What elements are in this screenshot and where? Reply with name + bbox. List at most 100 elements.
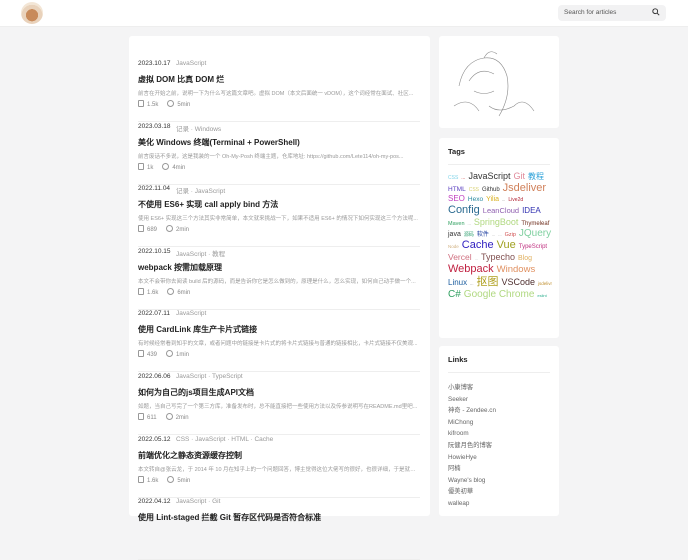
- post-categories[interactable]: 记录 · JavaScript: [176, 185, 225, 195]
- tag-link[interactable]: Github: [482, 187, 500, 194]
- tag-link[interactable]: Blog: [518, 255, 532, 263]
- post-categories[interactable]: JavaScript · Git: [176, 498, 220, 505]
- tag-link[interactable]: Maven: [448, 221, 465, 227]
- tag-link[interactable]: Gzip: [505, 232, 516, 238]
- read-time: 5min: [177, 102, 191, 108]
- friend-link[interactable]: 小康博客: [448, 382, 496, 394]
- post-title[interactable]: 使用 Lint-staged 拦截 Git 暂存区代码是否符合标准: [138, 512, 321, 523]
- post-title[interactable]: 使用 CardLink 库生产卡片式链接: [138, 324, 257, 335]
- post-title[interactable]: 如何为自己的js项目生成API文档: [138, 387, 254, 398]
- tag-link[interactable]: TypeScript: [519, 244, 547, 251]
- post-title[interactable]: 不使用 ES6+ 实现 call apply bind 方法: [138, 199, 278, 210]
- clock-icon: [167, 287, 175, 295]
- tag-link[interactable]: Live2d: [508, 198, 523, 204]
- tag-link[interactable]: ...: [492, 232, 495, 238]
- tag-link[interactable]: Git: [513, 171, 525, 181]
- post-item[interactable]: 2022.05.12 CSS · JavaScript · HTML · Cac…: [138, 436, 420, 498]
- tag-link[interactable]: Jsdeliver: [503, 182, 546, 195]
- tag-link[interactable]: 教程: [528, 172, 544, 181]
- post-excerpt: 前言废话不多说，这是我装的一个 Oh-My-Posh 终端主题，仓库地址: ht…: [138, 153, 404, 160]
- post-categories[interactable]: JavaScript: [176, 60, 206, 67]
- tag-link[interactable]: CSS: [448, 175, 458, 182]
- tag-link[interactable]: eslint: [537, 293, 546, 299]
- tag-link[interactable]: java: [448, 231, 461, 239]
- tag-link[interactable]: Cache: [462, 239, 494, 252]
- tag-link[interactable]: ...: [475, 256, 478, 262]
- read-time: 5min: [177, 477, 191, 484]
- post-item[interactable]: 2023.10.17 JavaScript 虚拟 DOM 比真 DOM 烂前言在…: [138, 60, 420, 122]
- tag-link[interactable]: HTML: [448, 186, 466, 193]
- tag-link[interactable]: SEO: [448, 194, 465, 203]
- friend-link[interactable]: MiChong: [448, 417, 496, 429]
- word-count-icon: [138, 225, 144, 233]
- friend-link[interactable]: walleap: [448, 498, 496, 510]
- tag-link[interactable]: Vercel: [448, 252, 472, 263]
- post-title[interactable]: webpack 按需加载原理: [138, 262, 222, 273]
- word-count-icon: [138, 413, 144, 420]
- tag-link[interactable]: Windows: [497, 264, 536, 276]
- friend-link[interactable]: Seeker: [448, 394, 496, 406]
- post-categories[interactable]: 记录 · Windows: [176, 123, 221, 133]
- tag-link[interactable]: IDEA: [522, 206, 541, 215]
- friend-link[interactable]: 阿楠: [448, 463, 496, 475]
- tag-link[interactable]: JQuery: [519, 228, 551, 240]
- tag-link[interactable]: Linux: [448, 278, 467, 287]
- tag-link[interactable]: Vue: [497, 239, 516, 252]
- post-item[interactable]: 2022.10.15 JavaScript · 教程 webpack 按需加载原…: [138, 248, 420, 310]
- tag-link[interactable]: ...: [468, 221, 471, 227]
- tag-link[interactable]: LeanCloud: [483, 207, 519, 216]
- tag-link[interactable]: Hexo: [468, 196, 483, 203]
- post-title[interactable]: 虚拟 DOM 比真 DOM 烂: [138, 74, 224, 85]
- friend-link[interactable]: 阮健月色的博客: [448, 440, 496, 452]
- friend-link[interactable]: 神奇 - Zendee.cn: [448, 405, 496, 417]
- post-title[interactable]: 美化 Windows 终端(Terminal + PowerShell): [138, 137, 300, 148]
- friend-link[interactable]: HowieHye: [448, 452, 496, 464]
- friend-link[interactable]: 優美初華: [448, 486, 496, 498]
- post-excerpt: 前言在开始之前，说明一下为什么写这篇文章吧。虚拟 DOM（本文后面统一 vDOM…: [138, 91, 414, 97]
- tag-link[interactable]: ...: [498, 232, 501, 238]
- word-count-icon: [138, 100, 144, 107]
- tag-link[interactable]: VSCode: [501, 277, 535, 287]
- tag-link[interactable]: Google Chrome: [464, 289, 535, 301]
- tag-link[interactable]: Yilia: [486, 196, 499, 204]
- post-item[interactable]: 2022.06.06 JavaScript · TypeScript 如何为自己…: [138, 373, 420, 435]
- post-title[interactable]: 前端优化之静态资源缓存控制: [138, 450, 242, 461]
- tag-link[interactable]: ...: [470, 281, 473, 287]
- post-item[interactable]: 2022.07.11 JavaScript 使用 CardLink 库生产卡片式…: [138, 310, 420, 373]
- tag-link[interactable]: Config: [448, 204, 480, 217]
- post-item[interactable]: 2022.11.04 记录 · JavaScript 不使用 ES6+ 实现 c…: [138, 185, 420, 248]
- friend-link[interactable]: kifroom: [448, 428, 496, 440]
- tag-link[interactable]: 抠图: [476, 276, 498, 289]
- clock-icon: [165, 413, 173, 420]
- tag-link[interactable]: 源码: [464, 232, 474, 239]
- post-item[interactable]: 2023.03.18 记录 · Windows 美化 Windows 终端(Te…: [138, 123, 420, 185]
- clock-icon: [162, 162, 170, 170]
- word-count-icon: [138, 287, 144, 295]
- tag-link[interactable]: Node: [448, 244, 459, 249]
- friend-link[interactable]: Wayne's blog: [448, 475, 496, 487]
- tag-link[interactable]: ...: [461, 175, 465, 182]
- post-item[interactable]: 2022.04.12 JavaScript · Git 使用 Lint-stag…: [138, 498, 420, 560]
- tag-link[interactable]: Thymeleaf: [521, 221, 549, 228]
- post-categories[interactable]: JavaScript · 教程: [176, 248, 225, 258]
- tag-link[interactable]: Typecho: [481, 252, 515, 262]
- search-input[interactable]: Search for articles: [558, 5, 666, 21]
- tag-link[interactable]: ...: [502, 198, 505, 203]
- post-categories[interactable]: CSS · JavaScript · HTML · Cache: [176, 436, 273, 443]
- site-logo-avatar[interactable]: [21, 2, 43, 24]
- word-count-icon: [138, 162, 144, 170]
- post-categories[interactable]: JavaScript: [176, 310, 206, 317]
- tag-link[interactable]: 软件: [477, 232, 489, 239]
- tag-link[interactable]: C#: [448, 289, 461, 301]
- post-date: 2022.05.12: [138, 435, 171, 443]
- tag-link[interactable]: JavaScript: [468, 171, 510, 181]
- post-date: 2022.11.04: [138, 185, 171, 193]
- tag-link[interactable]: SpringBoot: [474, 217, 519, 227]
- post-categories[interactable]: JavaScript · TypeScript: [176, 373, 243, 380]
- tag-link[interactable]: Webpack: [448, 263, 494, 276]
- links-card: Links 小康博客 Seeker 神奇 - Zendee.cn MiChong kif…: [439, 346, 559, 516]
- search-icon[interactable]: [652, 8, 660, 16]
- tag-link[interactable]: jsdelivr: [538, 281, 552, 286]
- post-excerpt: 如题，当自己写完了一个第三方库，准备发布时，总不能直接把一些使用方法以及传参说明…: [138, 404, 418, 410]
- tag-link[interactable]: CSS: [469, 187, 479, 194]
